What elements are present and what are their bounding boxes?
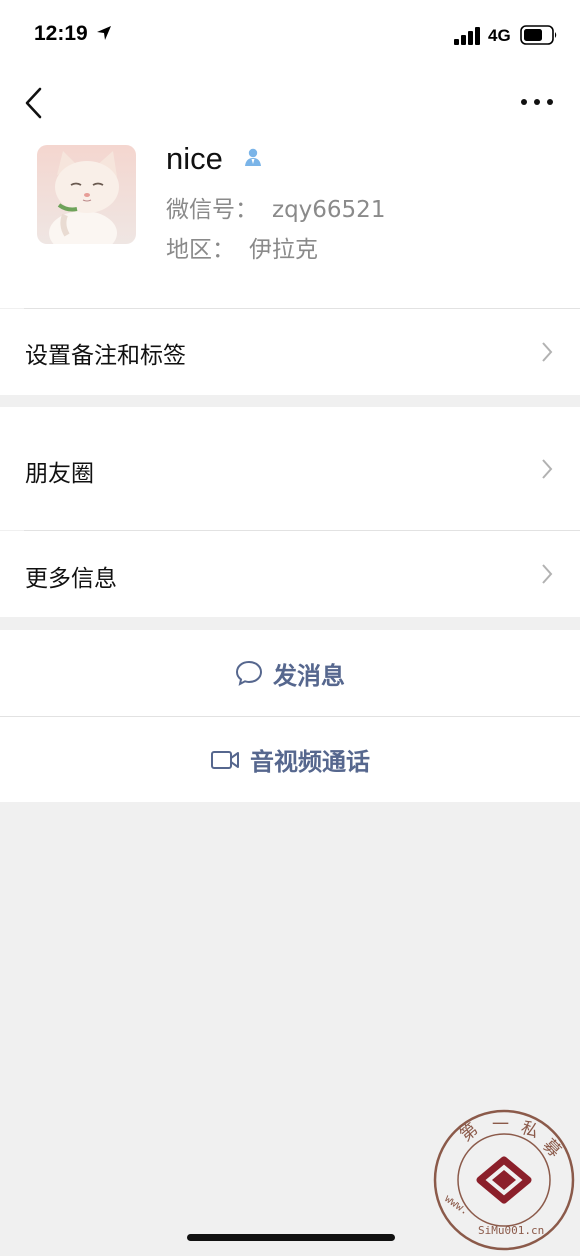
home-indicator[interactable] [187,1234,395,1241]
video-call-button[interactable]: 音视频通话 [0,717,580,802]
remark-tags-row[interactable]: 设置备注和标签 [0,309,580,395]
svg-text:www.: www. [442,1192,471,1218]
chevron-right-icon [542,459,553,479]
wechat-id-line: 微信号： zqy66521 [166,190,385,224]
signal-bars-icon [454,27,480,45]
region-label: 地区： [166,237,235,263]
location-arrow-icon [97,26,111,40]
send-message-label: 发消息 [273,661,345,690]
profile-header: nice 微信号： zqy66521 地区： 伊拉克 [0,68,580,308]
more-options-button[interactable] [518,92,556,112]
profile-name: nice [166,141,223,176]
svg-text:一: 一 [492,1115,509,1135]
more-info-label: 更多信息 [25,566,117,592]
status-bar: 12:19 4G [0,0,580,68]
remark-tags-label: 设置备注和标签 [25,343,186,369]
back-button[interactable] [20,86,50,120]
chevron-right-icon [542,342,553,362]
svg-text:SiMu001.cn: SiMu001.cn [478,1224,544,1237]
watermark-seal-logo: 第 一 私 募 www. SiMu001.cn [433,1109,575,1251]
chevron-right-icon [542,564,553,584]
moments-label: 朋友圈 [25,461,94,487]
video-call-label: 音视频通话 [250,748,370,776]
cat-avatar-image [37,145,136,244]
moments-row[interactable]: 朋友圈 [0,407,580,530]
svg-text:私: 私 [518,1118,541,1143]
network-type-label: 4G [488,26,511,45]
status-time: 12:19 [34,22,88,45]
avatar[interactable] [37,145,136,244]
wechat-id-label: 微信号： [166,197,258,223]
chat-bubble-icon [235,660,263,686]
region-value: 伊拉克 [249,237,318,263]
person-verified-icon [245,148,261,166]
battery-icon [520,25,557,45]
more-info-row[interactable]: 更多信息 [0,531,580,617]
send-message-button[interactable]: 发消息 [0,630,580,716]
wechat-id-value: zqy66521 [272,197,386,223]
region-line: 地区： 伊拉克 [166,230,318,264]
video-camera-icon [211,750,239,769]
